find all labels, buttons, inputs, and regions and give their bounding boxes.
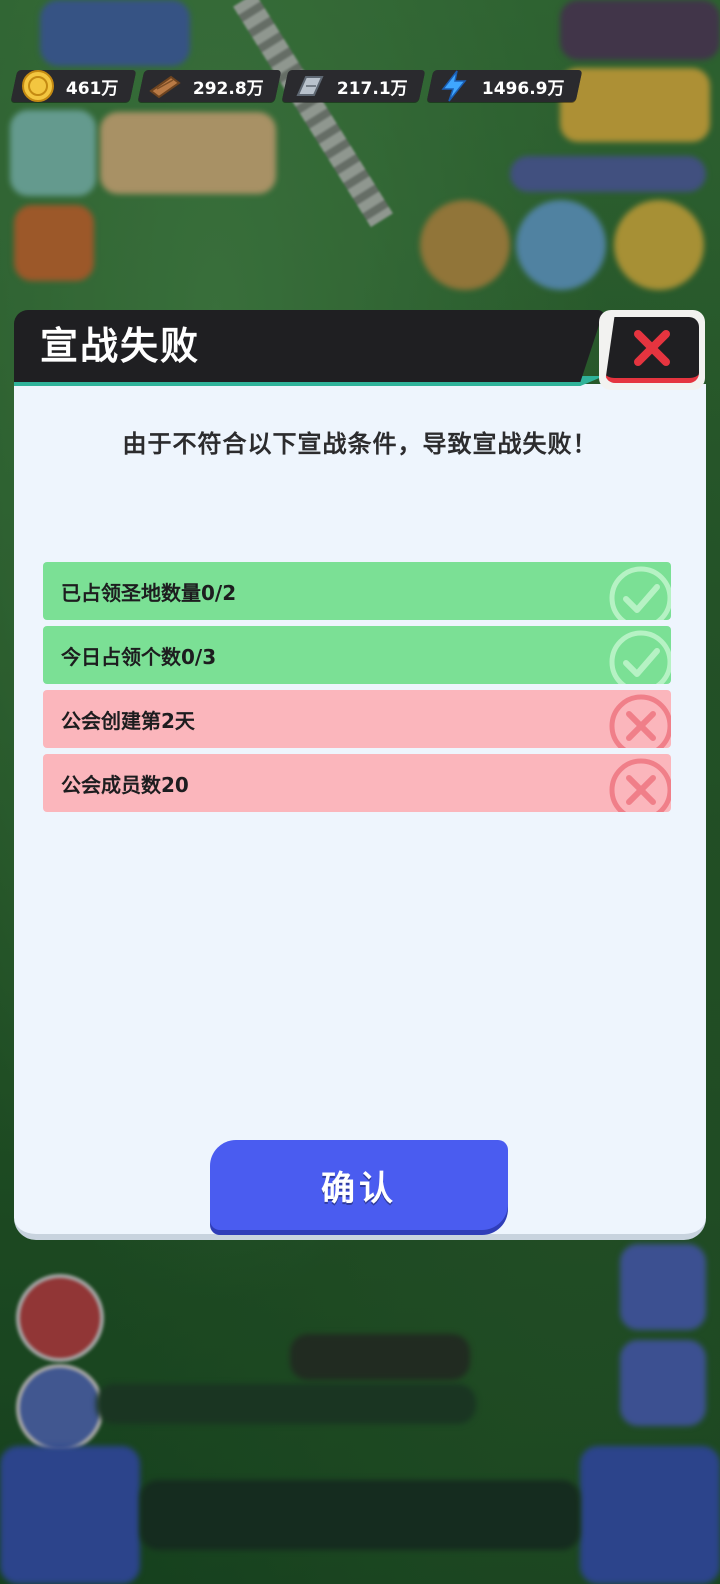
condition-label: 今日占领个数0/3 bbox=[61, 644, 217, 669]
gold-coin-icon bbox=[20, 68, 56, 104]
condition-label: 公会创建第2天 bbox=[61, 708, 195, 733]
condition-row: 今日占领个数0/3 bbox=[43, 626, 671, 684]
close-icon bbox=[634, 329, 670, 366]
energy-bolt-icon bbox=[436, 68, 472, 104]
wood-plank-icon bbox=[147, 68, 183, 104]
dialog-body: 由于不符合以下宣战条件，导致宣战失败！ 已占领圣地数量0/2 今日占领个数0/3… bbox=[14, 384, 706, 1240]
check-icon bbox=[605, 562, 671, 620]
confirm-button-label: 确认 bbox=[210, 1140, 508, 1230]
cross-icon bbox=[605, 690, 671, 748]
declare-war-failed-dialog: 由于不符合以下宣战条件，导致宣战失败！ 已占领圣地数量0/2 今日占领个数0/3… bbox=[14, 310, 706, 1250]
check-icon bbox=[605, 626, 671, 684]
resource-bar: 461万 292.8万 217.1万 1496.9万 bbox=[10, 68, 583, 106]
cross-icon bbox=[605, 754, 671, 812]
condition-list: 已占领圣地数量0/2 今日占领个数0/3 公会创建第2天 公会成员数20 bbox=[43, 562, 671, 818]
condition-label: 已占领圣地数量0/2 bbox=[61, 580, 237, 605]
energy-value: 1496.9万 bbox=[482, 78, 565, 99]
condition-label: 公会成员数20 bbox=[61, 772, 189, 797]
confirm-button[interactable]: 确认 bbox=[210, 1140, 508, 1230]
steel-ingot-icon bbox=[291, 68, 327, 104]
condition-row: 公会成员数20 bbox=[43, 754, 671, 812]
resource-steel[interactable]: 217.1万 bbox=[281, 68, 426, 104]
dialog-message: 由于不符合以下宣战条件，导致宣战失败！ bbox=[122, 430, 598, 458]
wood-value: 292.8万 bbox=[192, 78, 264, 99]
condition-row: 已占领圣地数量0/2 bbox=[43, 562, 671, 620]
resource-gold[interactable]: 461万 bbox=[10, 68, 136, 104]
resource-wood[interactable]: 292.8万 bbox=[137, 70, 281, 102]
resource-energy[interactable]: 1496.9万 bbox=[426, 68, 583, 104]
gold-value: 461万 bbox=[66, 78, 119, 99]
condition-row: 公会创建第2天 bbox=[43, 690, 671, 748]
dialog-title: 宣战失败 bbox=[40, 324, 201, 368]
steel-value: 217.1万 bbox=[337, 78, 409, 99]
close-button[interactable] bbox=[599, 310, 705, 390]
